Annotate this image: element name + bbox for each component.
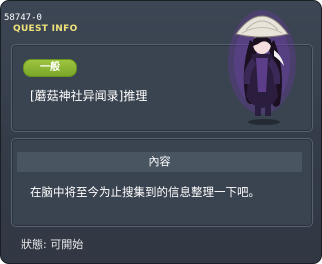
npc-character-icon [228,10,296,125]
quest-id: 58747-0 [4,13,42,23]
window-title: QUEST INFO [13,24,78,34]
quest-name: [蘑菇神社异闻录]推理 [30,89,148,103]
content-header: 內容 [17,152,302,172]
content-text: 在脑中将至今为止搜集到的信息整理一下吧。 [30,185,260,199]
quest-status: 狀態: 可開始 [21,238,84,251]
quest-type-badge: 一般 [23,59,77,77]
